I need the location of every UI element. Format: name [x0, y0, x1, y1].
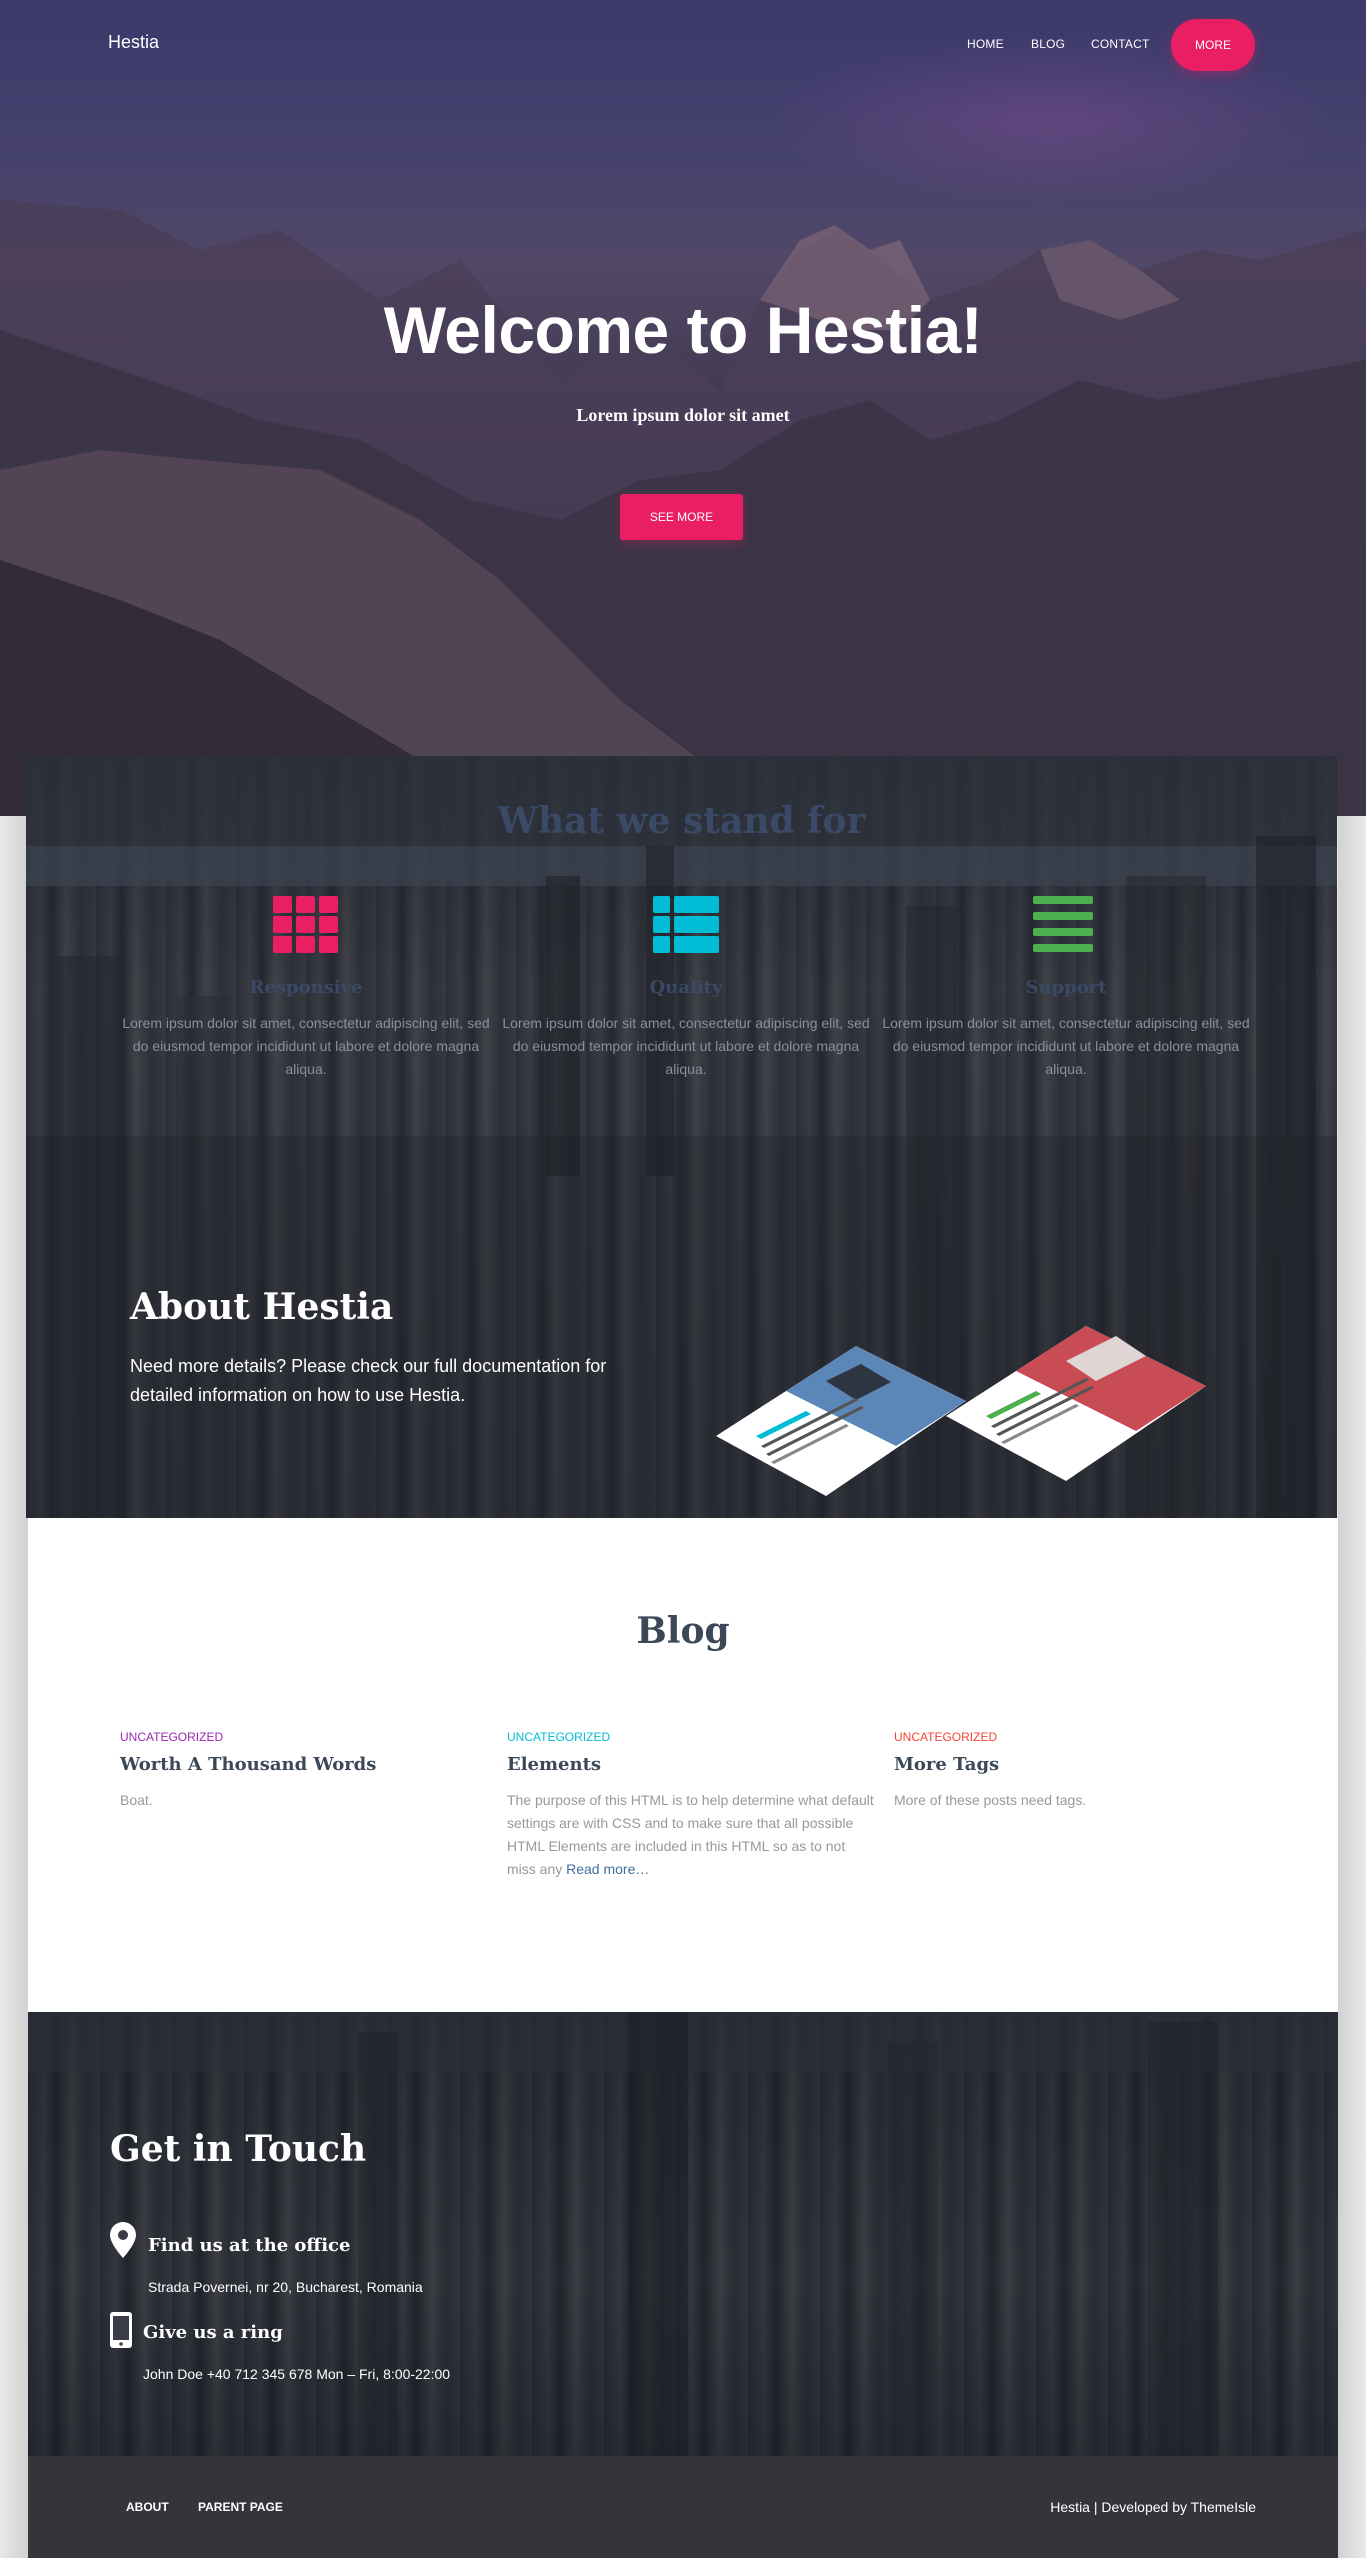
grid-icon	[273, 896, 338, 953]
post-category[interactable]: UNCATEGORIZED	[507, 1730, 877, 1744]
nav-more-button[interactable]: MORE	[1171, 19, 1255, 71]
feature-text: Lorem ipsum dolor sit amet, consectetur …	[882, 1015, 1250, 1077]
feature-text: Lorem ipsum dolor sit amet, consectetur …	[502, 1015, 870, 1077]
features-title: What we stand for	[497, 800, 866, 842]
list-icon	[1033, 896, 1093, 952]
top-navbar: Hestia HOME BLOG CONTACT MORE	[0, 0, 1366, 90]
hero-subtitle: Lorem ipsum dolor sit amet	[576, 405, 790, 425]
page-gutter-right	[1338, 816, 1366, 2558]
feature-title: Quality	[649, 977, 723, 998]
feature-support: Support Lorem ipsum dolor sit amet, cons…	[876, 896, 1256, 1081]
hero-section: Hestia HOME BLOG CONTACT MORE Welcome to…	[0, 0, 1366, 816]
feature-quality: Quality Lorem ipsum dolor sit amet, cons…	[496, 896, 876, 1081]
city-background	[28, 2012, 1338, 2456]
office-heading: Find us at the office	[148, 2235, 351, 2256]
office-address: Strada Povernei, nr 20, Bucharest, Roman…	[148, 2279, 423, 2295]
hero-title: Welcome to Hestia!	[383, 293, 983, 367]
phone-details: John Doe +40 712 345 678 Mon – Fri, 8:00…	[143, 2366, 451, 2382]
footer-copyright: Hestia | Developed by ThemeIsle	[1050, 2499, 1256, 2515]
feature-title: Responsive	[249, 977, 363, 998]
post-excerpt-text: More of these posts need tags.	[894, 1792, 1087, 1808]
post-excerpt: Boat.	[120, 1789, 490, 1812]
about-illustration	[716, 1326, 1206, 1496]
mobile-phone-icon	[110, 2312, 132, 2348]
nav-blog[interactable]: BLOG	[1031, 37, 1065, 51]
blog-section: Blog UNCATEGORIZED Worth A Thousand Word…	[28, 1518, 1338, 2012]
blog-title: Blog	[636, 1610, 730, 1652]
post-category[interactable]: UNCATEGORIZED	[894, 1730, 1264, 1744]
page-gutter-left	[0, 816, 28, 2558]
site-footer: ABOUT PARENT PAGE Hestia | Developed by …	[28, 2456, 1338, 2558]
blog-post: UNCATEGORIZED Elements The purpose of th…	[507, 1730, 877, 1881]
feature-title: Support	[1025, 977, 1107, 998]
blog-post: UNCATEGORIZED Worth A Thousand Words Boa…	[120, 1730, 490, 1812]
post-title[interactable]: Worth A Thousand Words	[120, 1754, 490, 1775]
post-title[interactable]: More Tags	[894, 1754, 1264, 1775]
post-excerpt-text: Boat.	[120, 1792, 153, 1808]
post-excerpt: The purpose of this HTML is to help dete…	[507, 1789, 877, 1881]
th-large-icon	[653, 896, 719, 953]
about-text: Need more details? Please check our full…	[130, 1356, 607, 1405]
post-excerpt: More of these posts need tags.	[894, 1789, 1264, 1812]
post-category[interactable]: UNCATEGORIZED	[120, 1730, 490, 1744]
see-more-button[interactable]: SEE MORE	[620, 494, 743, 540]
about-title: About Hestia	[130, 1286, 394, 1328]
post-excerpt-text: The purpose of this HTML is to help dete…	[507, 1792, 874, 1877]
blog-post: UNCATEGORIZED More Tags More of these po…	[894, 1730, 1264, 1812]
footer-link-parent-page[interactable]: PARENT PAGE	[198, 2500, 283, 2514]
phone-heading: Give us a ring	[143, 2322, 283, 2343]
nav-contact[interactable]: CONTACT	[1091, 37, 1150, 51]
nav-home[interactable]: HOME	[967, 37, 1004, 51]
brand-logo[interactable]: Hestia	[108, 32, 159, 53]
features-about-section: What we stand for Responsive Lorem ipsum…	[26, 756, 1337, 1518]
read-more-link[interactable]: Read more…	[566, 1861, 649, 1877]
contact-title: Get in Touch	[110, 2128, 367, 2170]
feature-responsive: Responsive Lorem ipsum dolor sit amet, c…	[116, 896, 496, 1081]
feature-text: Lorem ipsum dolor sit amet, consectetur …	[122, 1015, 490, 1077]
contact-section: Get in Touch Find us at the office Strad…	[28, 2012, 1338, 2456]
map-marker-icon	[110, 2222, 136, 2258]
post-title[interactable]: Elements	[507, 1754, 877, 1775]
footer-link-about[interactable]: ABOUT	[126, 2500, 169, 2514]
